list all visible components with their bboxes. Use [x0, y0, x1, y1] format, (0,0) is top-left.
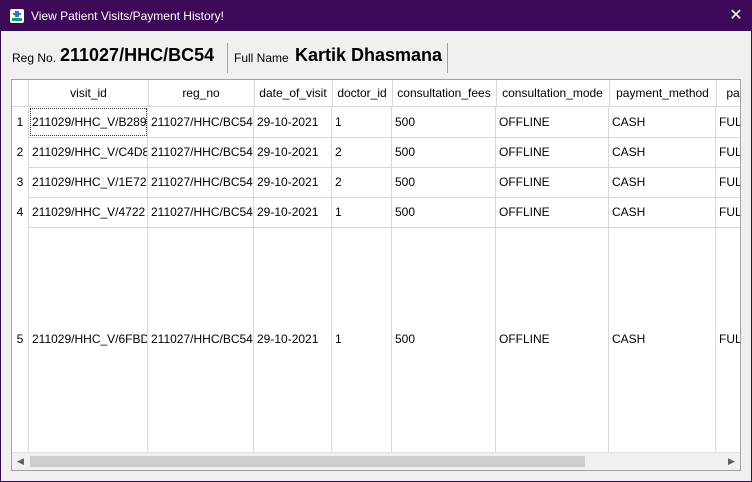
- scroll-right-icon[interactable]: ▶: [723, 453, 740, 470]
- column-header[interactable]: date_of_visit: [254, 80, 333, 106]
- reg-value: 211027/HHC/BC54: [60, 45, 215, 65]
- table-cell[interactable]: 1: [332, 197, 392, 227]
- table-cell[interactable]: CASH: [609, 167, 716, 197]
- table-cell[interactable]: OFFLINE: [496, 167, 609, 197]
- name-group: Full Name Kartik Dhasmana: [228, 43, 448, 73]
- table-cell[interactable]: FUL: [716, 197, 740, 227]
- row-number[interactable]: 1: [12, 107, 29, 137]
- column-header[interactable]: visit_id: [29, 80, 149, 106]
- table-cell[interactable]: FUL: [716, 107, 740, 137]
- table-cell[interactable]: 211027/HHC/BC54: [148, 167, 254, 197]
- table-cell[interactable]: FUL: [716, 167, 740, 197]
- table-cell[interactable]: FUL: [716, 227, 740, 452]
- table-cell[interactable]: 500: [392, 107, 496, 137]
- visits-table[interactable]: visit_id reg_no date_of_visit doctor_id cons…: [11, 79, 741, 471]
- hospital-icon: [10, 9, 24, 23]
- table-row[interactable]: 2 211029/HHC_V/C4D8 211027/HHC/BC54 29-10-2…: [12, 137, 740, 168]
- table-cell[interactable]: 29-10-2021: [254, 137, 332, 167]
- table-cell[interactable]: 500: [392, 197, 496, 227]
- corner-cell[interactable]: [12, 80, 29, 106]
- table-cell[interactable]: CASH: [609, 137, 716, 167]
- column-header[interactable]: doctor_id: [332, 80, 393, 106]
- table-cell[interactable]: 500: [392, 227, 496, 452]
- table-cell[interactable]: OFFLINE: [496, 227, 609, 452]
- horizontal-scrollbar[interactable]: ◀ ▶: [12, 452, 740, 470]
- column-header[interactable]: consultation_mode: [496, 80, 610, 106]
- table-cell[interactable]: CASH: [609, 227, 716, 452]
- header-divider-end: [447, 43, 448, 73]
- table-cell[interactable]: 211029/HHC_V/4722: [29, 197, 148, 227]
- table-cell[interactable]: FUL: [716, 137, 740, 167]
- table-cell[interactable]: CASH: [609, 107, 716, 137]
- table-cell[interactable]: 29-10-2021: [254, 197, 332, 227]
- column-header[interactable]: reg_no: [148, 80, 255, 106]
- table-cell[interactable]: 29-10-2021: [254, 227, 332, 452]
- table-cell[interactable]: 1: [332, 107, 392, 137]
- table-row[interactable]: 1 211029/HHC_V/B289 211027/HHC/BC54 29-10-2…: [12, 107, 740, 138]
- table-cell[interactable]: 1: [332, 227, 392, 452]
- table-header: visit_id reg_no date_of_visit doctor_id cons…: [12, 80, 740, 107]
- close-button[interactable]: ✕: [721, 1, 751, 31]
- table-cell[interactable]: 211029/HHC_V/C4D8: [29, 137, 148, 167]
- table-cell[interactable]: OFFLINE: [496, 137, 609, 167]
- title-bar[interactable]: View Patient Visits/Payment History! ✕: [1, 1, 751, 31]
- table-cell[interactable]: 211027/HHC/BC54: [148, 137, 254, 167]
- visits-window: View Patient Visits/Payment History! ✕ R…: [0, 0, 752, 482]
- row-number[interactable]: 2: [12, 137, 29, 167]
- name-label: Full Name: [234, 51, 289, 65]
- reg-group: Reg No. 211027/HHC/BC54: [1, 43, 226, 73]
- table-cell[interactable]: 211027/HHC/BC54: [148, 107, 254, 137]
- table-cell[interactable]: OFFLINE: [496, 197, 609, 227]
- name-value: Kartik Dhasmana: [295, 45, 443, 65]
- column-header[interactable]: pay: [716, 80, 740, 106]
- table-cell[interactable]: 500: [392, 137, 496, 167]
- table-cell[interactable]: 211027/HHC/BC54: [148, 197, 254, 227]
- column-header[interactable]: consultation_fees: [392, 80, 497, 106]
- table-cell[interactable]: 29-10-2021: [254, 167, 332, 197]
- reg-label: Reg No.: [12, 51, 57, 65]
- table-row[interactable]: 4 211029/HHC_V/4722 211027/HHC/BC54 29-10-2…: [12, 197, 740, 228]
- table-cell[interactable]: OFFLINE: [496, 107, 609, 137]
- table-cell[interactable]: CASH: [609, 197, 716, 227]
- table-cell[interactable]: 500: [392, 167, 496, 197]
- table-cell[interactable]: 29-10-2021: [254, 107, 332, 137]
- patient-header: Reg No. 211027/HHC/BC54 Full Name Kartik…: [1, 31, 751, 75]
- table-row[interactable]: 3 211029/HHC_V/1E72 211027/HHC/BC54 29-10-2…: [12, 167, 740, 198]
- table-cell[interactable]: 211027/HHC/BC54: [148, 227, 254, 452]
- table-cell[interactable]: 2: [332, 137, 392, 167]
- row-number[interactable]: 3: [12, 167, 29, 197]
- table-cell[interactable]: 2: [332, 167, 392, 197]
- window-title: View Patient Visits/Payment History!: [31, 9, 224, 23]
- scroll-thumb[interactable]: [30, 456, 585, 467]
- table-cell[interactable]: 211029/HHC_V/6FBD: [29, 227, 148, 452]
- table-row[interactable]: 5 211029/HHC_V/6FBD 211027/HHC/BC54 29-10-2…: [12, 227, 740, 453]
- row-number[interactable]: 4: [12, 197, 29, 227]
- scroll-left-icon[interactable]: ◀: [12, 453, 29, 470]
- row-number[interactable]: 5: [12, 227, 29, 452]
- table-cell[interactable]: 211029/HHC_V/1E72: [29, 167, 148, 197]
- table-cell[interactable]: 211029/HHC_V/B289: [29, 107, 148, 137]
- column-header[interactable]: payment_method: [609, 80, 717, 106]
